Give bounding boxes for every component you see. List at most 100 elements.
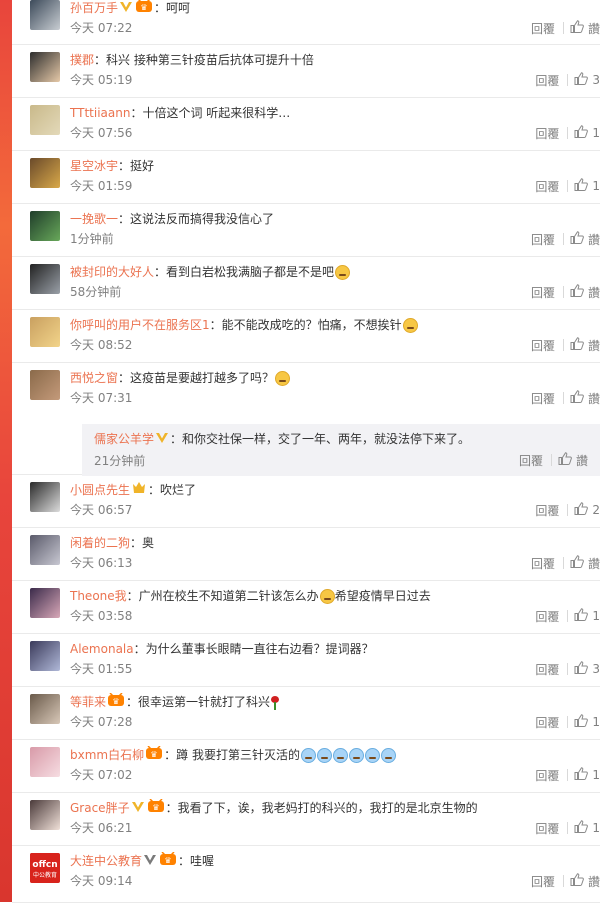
avatar[interactable]	[30, 482, 60, 512]
reply-button[interactable]: 回覆	[531, 873, 555, 890]
reply-button[interactable]: 回覆	[535, 72, 559, 89]
username-link[interactable]: TTttiiaann	[70, 106, 130, 120]
avatar[interactable]	[30, 370, 60, 400]
avatar[interactable]: offcn 中公教育	[30, 853, 60, 883]
comment-text: 科兴 接种第三针疫苗后抗体可提升十倍	[106, 53, 314, 67]
avatar[interactable]	[30, 105, 60, 135]
like-button[interactable]: 讚	[570, 337, 600, 354]
like-button[interactable]: 1	[574, 125, 600, 141]
username-link[interactable]: 被封印的大好人	[70, 265, 154, 279]
reply-button[interactable]: 回覆	[535, 661, 559, 678]
like-button[interactable]: 3	[574, 661, 600, 677]
vip-badge-icon: ♛	[135, 0, 153, 18]
avatar[interactable]	[30, 747, 60, 777]
username-link[interactable]: 小圆点先生	[70, 483, 130, 497]
comment-text: 十倍这个词 听起来很科学…	[142, 106, 291, 120]
comment-time: 今天 01:59	[70, 179, 133, 193]
username-link[interactable]: Grace胖子	[70, 801, 130, 815]
divider	[562, 392, 564, 404]
like-button[interactable]: 1	[574, 178, 600, 194]
comment-actions: 回覆 1	[535, 820, 600, 836]
comment-actions: 回覆 讚	[531, 873, 600, 889]
like-button[interactable]: 1	[574, 767, 600, 783]
avatar[interactable]	[30, 211, 60, 241]
like-button[interactable]: 1	[574, 608, 600, 624]
reply-button[interactable]: 回覆	[535, 714, 559, 731]
comment-text: 很幸运第一针就打了科兴	[138, 695, 271, 709]
like-button[interactable]: 3	[574, 72, 600, 88]
username-link[interactable]: 一挽歌一	[70, 212, 118, 226]
reply-button[interactable]: 回覆	[531, 20, 555, 37]
comment-actions: 回覆 1	[535, 125, 600, 141]
colon-separator: ：	[164, 748, 177, 762]
username-link[interactable]: 大连中公教育	[70, 854, 142, 868]
svg-text:♛: ♛	[112, 697, 119, 706]
username-link[interactable]: 孙百万手	[70, 1, 118, 15]
reply-button[interactable]: 回覆	[531, 390, 555, 407]
avatar[interactable]	[30, 641, 60, 671]
thumbs-up-icon	[570, 873, 588, 889]
thumbs-up-icon	[574, 72, 592, 88]
username-link[interactable]: 星空冰宇	[70, 159, 118, 173]
comment-line: Grace胖子 ♛ ：我看了下，诶，我老妈打的科兴的，我打的是北京生物的	[70, 798, 478, 818]
avatar[interactable]	[30, 535, 60, 565]
like-count: 1	[592, 821, 600, 835]
like-button[interactable]: 讚	[570, 873, 600, 890]
reply-button[interactable]: 回覆	[519, 452, 543, 469]
reply-button[interactable]: 回覆	[535, 608, 559, 625]
thumbs-up-icon	[570, 390, 588, 406]
avatar[interactable]	[30, 694, 60, 724]
avatar[interactable]	[30, 588, 60, 618]
avatar[interactable]	[30, 158, 60, 188]
like-button[interactable]: 讚	[558, 452, 588, 469]
username-link[interactable]: 闲着的二狗	[70, 536, 130, 550]
like-button[interactable]: 1	[574, 820, 600, 836]
comment-item: 小圆点先生 ：吹烂了 今天 06:57 回覆 2	[12, 474, 600, 528]
reply-button[interactable]: 回覆	[535, 178, 559, 195]
avatar[interactable]	[30, 317, 60, 347]
comment-item: Alemonala：为什么董事长眼睛一直往右边看？提词器？ 今天 01:55 回覆 3	[12, 633, 600, 687]
reply-button[interactable]: 回覆	[531, 337, 555, 354]
thumbs-up-icon	[574, 502, 592, 518]
username-link[interactable]: 西悦之窗	[70, 371, 118, 385]
comment-text-cont: 希望疫情早日过去	[334, 589, 431, 603]
reply-button[interactable]: 回覆	[531, 231, 555, 248]
reply-button[interactable]: 回覆	[535, 125, 559, 142]
comment-time: 今天 06:21	[70, 821, 133, 835]
comment-line: 你呼叫的用户不在服务区1：能不能改成吃的？怕痛，不想挨针	[70, 316, 418, 334]
comment-line: 等菲来 ♛ ：很幸运第一针就打了科兴	[70, 692, 280, 712]
reply-button[interactable]: 回覆	[535, 767, 559, 784]
sub-reply-username[interactable]: 儒家公羊学	[94, 432, 154, 446]
comment-text: 蹲 我要打第三针灭活的	[176, 748, 300, 762]
reply-button[interactable]: 回覆	[535, 502, 559, 519]
reply-button[interactable]: 回覆	[531, 555, 555, 572]
like-button[interactable]: 讚	[570, 284, 600, 301]
like-button[interactable]: 讚	[570, 231, 600, 248]
username-link[interactable]: 撲郡	[70, 53, 94, 67]
comment-actions: 回覆 讚	[531, 390, 600, 406]
colon-separator: ：	[154, 1, 167, 15]
avatar[interactable]	[30, 0, 60, 30]
comment-actions: 回覆 讚	[531, 337, 600, 353]
like-count: 1	[592, 768, 600, 782]
like-button[interactable]: 讚	[570, 555, 600, 572]
username-link[interactable]: 你呼叫的用户不在服务区1	[70, 318, 210, 332]
like-button[interactable]: 2	[574, 502, 600, 518]
avatar[interactable]	[30, 264, 60, 294]
avatar[interactable]	[30, 800, 60, 830]
reply-button[interactable]: 回覆	[531, 284, 555, 301]
thumbs-up-icon	[574, 767, 592, 783]
like-count: 讚	[575, 453, 588, 468]
username-link[interactable]: bxmm白石柳	[70, 748, 144, 762]
thumbs-up-icon	[558, 452, 576, 468]
reply-button[interactable]: 回覆	[535, 820, 559, 837]
like-button[interactable]: 讚	[570, 390, 600, 407]
comment-text: 吹烂了	[160, 483, 197, 497]
username-link[interactable]: Theone我	[70, 589, 127, 603]
like-button[interactable]: 1	[574, 714, 600, 730]
username-link[interactable]: Alemonala	[70, 642, 134, 656]
divider	[567, 769, 569, 781]
username-link[interactable]: 等菲来	[70, 695, 106, 709]
like-button[interactable]: 讚	[570, 20, 600, 37]
avatar[interactable]	[30, 52, 60, 82]
